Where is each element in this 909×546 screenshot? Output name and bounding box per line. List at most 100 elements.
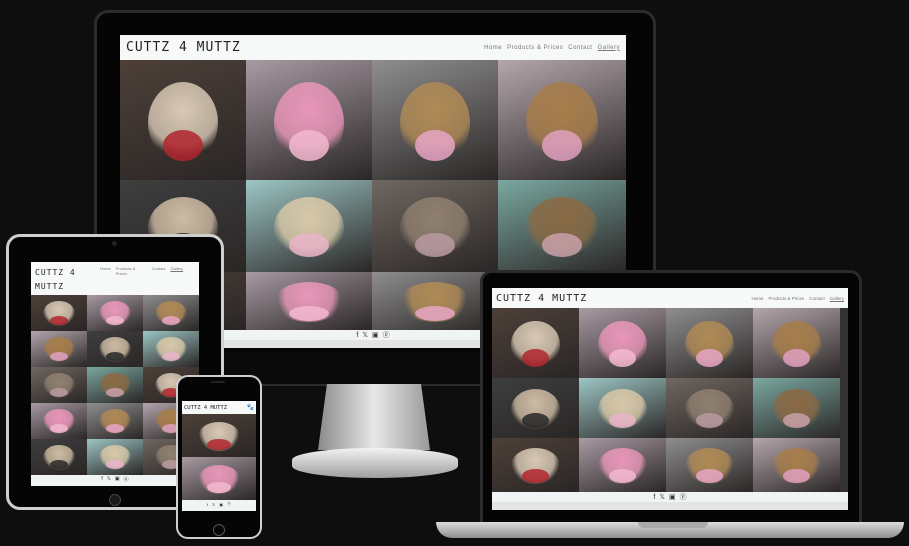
gallery-image-yorkie-pink-shirt[interactable]	[87, 403, 143, 439]
horizontal-scrollbar[interactable]	[492, 502, 848, 510]
gallery-image-yorkie-pink-shirt[interactable]	[666, 308, 753, 378]
phone-speaker	[211, 381, 225, 383]
facebook-icon[interactable]: f	[207, 502, 208, 507]
gallery-image-terrier-salon[interactable]	[143, 331, 199, 367]
facebook-icon[interactable]: f	[356, 332, 358, 339]
pinterest-icon[interactable]: ⓟ	[383, 330, 390, 340]
dog-outfit	[414, 129, 456, 161]
gallery-image-bulldog-bowtie[interactable]	[182, 414, 256, 457]
monitor-stand	[318, 384, 430, 450]
gallery-image-terrier-salon[interactable]	[87, 439, 143, 475]
gallery-image-pink-poodle[interactable]	[246, 272, 372, 330]
gallery-image-bulldog-sitting[interactable]	[87, 331, 143, 367]
instagram-icon[interactable]: ▣	[669, 493, 676, 501]
gallery-image-pink-poodle[interactable]	[579, 438, 666, 492]
gallery-grid	[31, 295, 199, 475]
facebook-icon[interactable]: f	[653, 494, 655, 501]
site-logo[interactable]: CUTTZ 4 MUTTZ	[35, 266, 79, 294]
gallery-image-yorkie-grooming[interactable]	[753, 438, 840, 492]
dog-outfit	[162, 129, 204, 161]
gallery-image-salon-shelves[interactable]	[31, 367, 87, 403]
nav-home[interactable]: Home	[100, 266, 111, 276]
gallery-grid	[182, 414, 256, 500]
gallery-image-bulldog-bowtie[interactable]	[492, 438, 579, 492]
gallery-image-bulldog-bowtie[interactable]	[31, 295, 87, 331]
dog-outfit	[608, 348, 637, 367]
gallery-image-pink-poodle[interactable]	[87, 295, 143, 331]
dog-outfit	[695, 348, 724, 367]
x-icon[interactable]: 𝕏	[212, 502, 215, 507]
nav-contact[interactable]: Contact	[568, 45, 592, 51]
nav-gallery[interactable]: Gallery	[597, 45, 620, 51]
gallery-image-yorkie-small[interactable]	[498, 180, 626, 272]
x-icon[interactable]: 𝕏	[107, 476, 111, 482]
nav-products-prices[interactable]: Products & Prices	[768, 296, 804, 301]
gallery-image-terrier-salon[interactable]	[246, 180, 372, 272]
gallery-image-pink-poodle[interactable]	[579, 308, 666, 378]
gallery-image-pink-poodle[interactable]	[31, 403, 87, 439]
gallery-image-yorkie-grooming[interactable]	[753, 308, 840, 378]
desktop-navbar: CUTTZ 4 MUTTZ Home Products & Prices Con…	[120, 35, 626, 60]
gallery-image-pink-poodle[interactable]	[246, 60, 372, 180]
gallery-image-yorkie-grooming[interactable]	[31, 331, 87, 367]
gallery-image-bulldog-bowtie[interactable]	[120, 60, 246, 180]
gallery-image-salon-shelves[interactable]	[372, 180, 498, 272]
dog-outfit	[414, 305, 456, 321]
x-icon[interactable]: 𝕏	[659, 493, 665, 501]
nav-gallery[interactable]: Gallery	[170, 266, 183, 276]
pinterest-icon[interactable]: ⓟ	[680, 492, 687, 502]
gallery-image-bulldog-sitting[interactable]	[31, 439, 87, 475]
pinterest-icon[interactable]: ⓟ	[124, 476, 129, 483]
tablet-home-button	[109, 494, 121, 506]
instagram-icon[interactable]: ▣	[372, 331, 379, 339]
gallery-image-yorkie-pink-shirt[interactable]	[666, 438, 753, 492]
gallery-image-terrier-salon[interactable]	[579, 378, 666, 438]
dog-outfit	[207, 481, 231, 494]
dog-outfit	[288, 305, 330, 321]
nav-gallery[interactable]: Gallery	[830, 296, 844, 301]
nav-products-prices[interactable]: Products & Prices	[116, 266, 142, 276]
dog-outfit	[521, 348, 550, 367]
laptop-screen: CUTTZ 4 MUTTZ Home Products & Prices Con…	[492, 288, 848, 510]
nav-home[interactable]: Home	[484, 45, 502, 51]
tablet-navbar: CUTTZ 4 MUTTZ Home Products & Prices Con…	[31, 262, 199, 295]
nav-contact[interactable]: Contact	[152, 266, 166, 276]
site-footer: f 𝕏 ▣ ⓟ	[492, 492, 848, 502]
nav-home[interactable]: Home	[751, 296, 763, 301]
x-icon[interactable]: 𝕏	[362, 331, 368, 339]
gallery-image-bulldog-sitting[interactable]	[492, 378, 579, 438]
instagram-icon[interactable]: ▣	[219, 502, 223, 507]
facebook-icon[interactable]: f	[101, 476, 102, 482]
phone-screen: CUTTZ 4 MUTTZ 🐾 f 𝕏 ▣ ⓟ	[182, 401, 256, 511]
laptop-trackpad-notch	[638, 522, 708, 528]
gallery-image-yorkie-small[interactable]	[753, 378, 840, 438]
gallery-image-bulldog-bowtie[interactable]	[492, 308, 579, 378]
nav-links: Home Products & Prices Contact Gallery	[746, 296, 844, 301]
nav-links: Home Products & Prices Contact Gallery	[95, 266, 195, 276]
gallery-grid	[492, 308, 848, 492]
menu-paw-icon[interactable]: 🐾	[247, 404, 254, 411]
site-logo[interactable]: CUTTZ 4 MUTTZ	[184, 405, 227, 411]
laptop-navbar: CUTTZ 4 MUTTZ Home Products & Prices Con…	[492, 288, 848, 308]
dog-outfit	[541, 129, 583, 161]
site-logo[interactable]: CUTTZ 4 MUTTZ	[126, 40, 241, 55]
tablet-camera	[112, 241, 117, 246]
monitor-base	[292, 448, 458, 478]
phone-home-button	[213, 524, 225, 536]
nav-links: Home Products & Prices Contact Gallery	[479, 45, 620, 51]
dog-outfit	[288, 129, 330, 161]
gallery-image-salon-shelves[interactable]	[666, 378, 753, 438]
site-footer: f 𝕏 ▣ ⓟ	[182, 500, 256, 508]
site-footer: f 𝕏 ▣ ⓟ	[31, 475, 199, 483]
site-logo[interactable]: CUTTZ 4 MUTTZ	[496, 293, 587, 304]
gallery-image-yorkie-pink-shirt[interactable]	[372, 60, 498, 180]
phone-navbar: CUTTZ 4 MUTTZ 🐾	[182, 401, 256, 414]
instagram-icon[interactable]: ▣	[115, 476, 120, 482]
nav-contact[interactable]: Contact	[809, 296, 825, 301]
gallery-image-yorkie-small[interactable]	[87, 367, 143, 403]
gallery-image-yorkie-grooming[interactable]	[498, 60, 626, 180]
nav-products-prices[interactable]: Products & Prices	[507, 45, 563, 51]
pinterest-icon[interactable]: ⓟ	[227, 501, 231, 507]
gallery-image-yorkie-pink-shirt[interactable]	[143, 295, 199, 331]
gallery-image-pink-poodle[interactable]	[182, 457, 256, 500]
